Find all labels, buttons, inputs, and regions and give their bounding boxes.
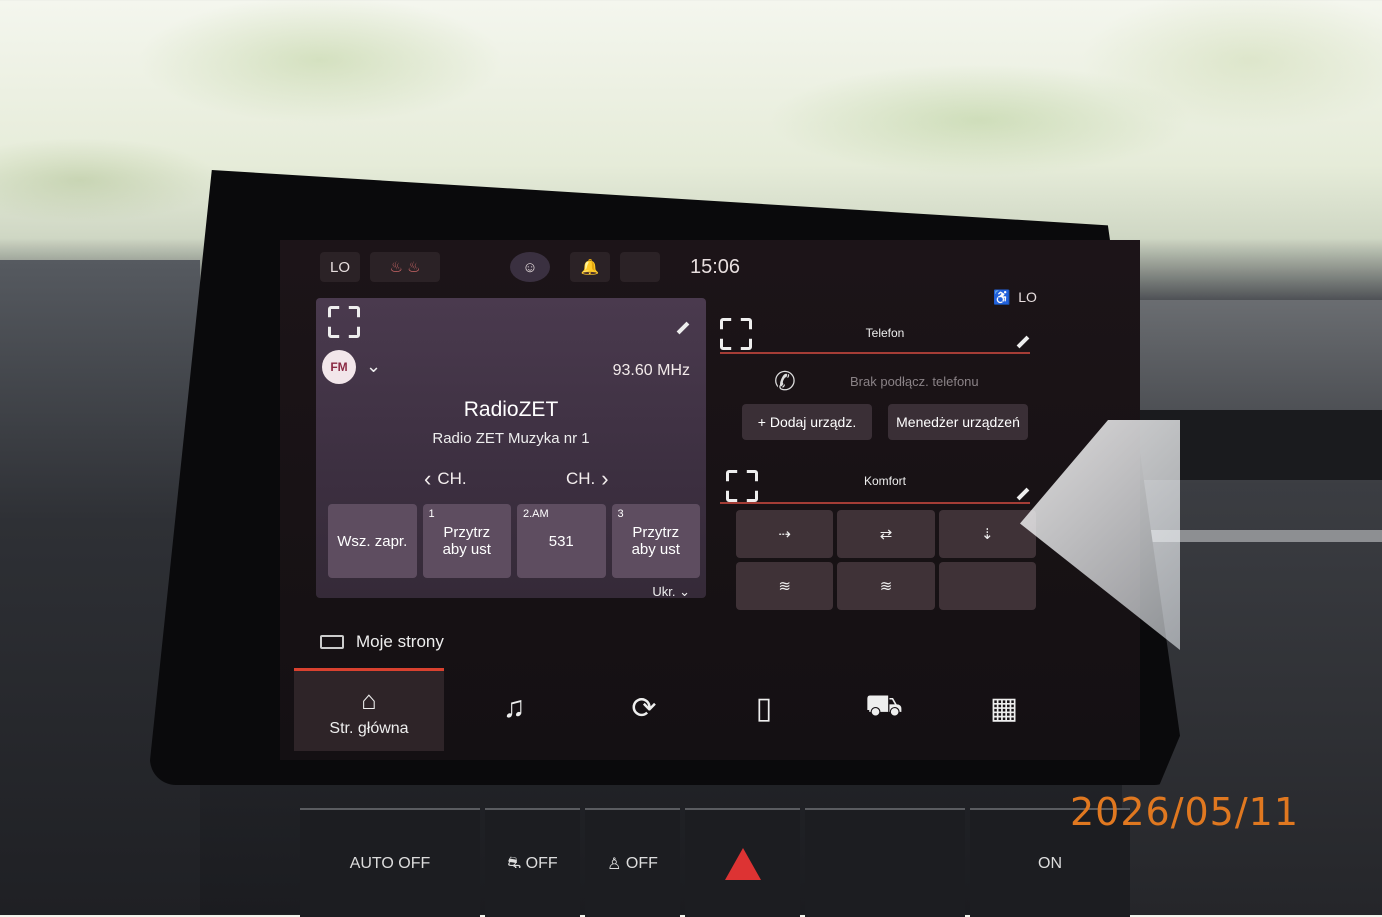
add-device-button[interactable]: + Dodaj urządz. xyxy=(742,404,872,440)
band-badge[interactable]: FM xyxy=(322,350,356,384)
hide-presets-label: Ukr. xyxy=(652,584,676,599)
connectivity-icon: ⟳ xyxy=(631,691,657,725)
clock: 15:06 xyxy=(689,255,741,278)
hazard-button[interactable] xyxy=(685,808,800,917)
left-temp-button[interactable]: LO xyxy=(320,252,360,282)
music-note-icon: ♫ xyxy=(502,691,526,724)
hazard-icon xyxy=(724,847,761,880)
preset-label: 531 xyxy=(548,532,574,550)
radio-widget: FM ⌄ 93.60 MHz RadioZET Radio ZET Muzyka… xyxy=(316,298,706,600)
nav-home-label: Str. główna xyxy=(329,719,409,737)
seat-heat-icon[interactable]: ≋ xyxy=(736,562,834,610)
phone-disconnected-icon: ✆ xyxy=(774,366,796,396)
nav-phone[interactable]: ▯ xyxy=(714,668,814,748)
seat-off-label: OFF xyxy=(625,854,658,872)
status-bar: LO ♨ ♨ ☺ 🔔 15:06 ♿ LO xyxy=(320,248,1120,305)
blank-button[interactable] xyxy=(805,808,965,917)
nav-home[interactable]: ⌂ Str. główna xyxy=(294,668,444,751)
nav-vehicle[interactable]: ⛟ xyxy=(834,668,934,748)
seat-height-icon[interactable]: ⇣ xyxy=(938,510,1036,558)
my-pages-link[interactable]: Moje strony xyxy=(320,632,444,652)
preset-number: 3 xyxy=(617,508,624,520)
widget-title: Telefon xyxy=(865,326,905,340)
preset-all[interactable]: Wsz. zapr. xyxy=(328,504,417,578)
infotainment-screen: LO ♨ ♨ ☺ 🔔 15:06 ♿ LO FM ⌄ 93.60 MHz Rad… xyxy=(280,240,1140,760)
device-manager-button[interactable]: Menedżer urządzeń xyxy=(888,404,1028,440)
home-icon: ⌂ xyxy=(361,684,377,715)
preset-label: Przytrz aby ust xyxy=(442,524,491,558)
my-pages-label: Moje strony xyxy=(356,632,444,651)
esc-off-button[interactable]: ⛐ OFF xyxy=(485,808,580,917)
traction-icon: ⛐ xyxy=(507,854,526,872)
seat-off-button[interactable]: ♙ OFF xyxy=(585,808,680,917)
notification-bell-icon[interactable]: 🔔 xyxy=(570,252,610,282)
comfort-widget: Komfort ⇢ ⇄ ⇣ ≋ ≋ xyxy=(720,452,1050,612)
edit-icon[interactable] xyxy=(1016,487,1030,501)
nav-connect[interactable]: ⟳ xyxy=(594,668,694,748)
quick-settings-icon[interactable] xyxy=(620,252,660,282)
seat-recline-icon[interactable]: ⇢ xyxy=(736,510,834,558)
apps-grid-icon: ▦ xyxy=(989,691,1019,725)
auto-off-button[interactable]: AUTO OFF xyxy=(300,808,480,917)
smartphone-icon: ▯ xyxy=(755,691,773,725)
station-name: RadioZET xyxy=(463,398,559,421)
profile-avatar-icon[interactable]: ☺ xyxy=(510,252,550,282)
seat-adjust-icon[interactable]: ⇄ xyxy=(837,510,935,558)
chevron-down-icon: ⌄ xyxy=(679,584,690,599)
nav-apps[interactable]: ▦ xyxy=(954,668,1054,748)
seat-vent-icon[interactable]: ≋ xyxy=(837,562,935,610)
expand-icon[interactable] xyxy=(328,306,360,338)
right-temp-label: LO xyxy=(1018,289,1037,305)
divider xyxy=(720,502,1030,504)
preset-number: 1 xyxy=(428,508,435,520)
seat-massage-icon[interactable] xyxy=(938,562,1036,610)
car-icon: ⛟ xyxy=(865,689,903,722)
preset-label: Przytrz aby ust xyxy=(631,524,680,558)
frequency: 93.60 MHz xyxy=(612,362,690,379)
preset-row: Wsz. zapr. 1 Przytrz aby ust 2.AM 531 3 Prz… xyxy=(328,504,700,578)
comfort-controls: ⇢ ⇄ ⇣ ≋ ≋ xyxy=(736,510,1036,610)
phone-status: Brak podłącz. telefonu xyxy=(850,374,979,389)
chevron-left-icon: ‹ xyxy=(424,466,432,491)
chevron-down-icon[interactable]: ⌄ xyxy=(366,356,381,377)
next-channel-button[interactable]: CH. › xyxy=(566,466,609,492)
edit-icon[interactable] xyxy=(676,321,690,335)
divider xyxy=(720,352,1030,354)
preset-label: Wsz. zapr. xyxy=(337,532,408,550)
hide-presets-button[interactable]: Ukr. ⌄ xyxy=(652,584,690,600)
prev-channel-label: CH. xyxy=(437,469,467,488)
station-text: Radio ZET Muzyka nr 1 xyxy=(432,430,590,447)
nav-media[interactable]: ♫ xyxy=(464,668,564,748)
esc-off-label: OFF xyxy=(525,854,558,872)
next-channel-label: CH. xyxy=(566,469,596,488)
preset-3[interactable]: 3 Przytrz aby ust xyxy=(611,504,700,578)
camera-label: ON xyxy=(1038,854,1062,872)
chevron-right-icon: › xyxy=(601,466,609,491)
prev-channel-button[interactable]: ‹ CH. xyxy=(424,466,467,492)
preset-2[interactable]: 2.AM 531 xyxy=(517,504,606,578)
bottom-nav: ⌂ Str. główna ♫ ⟳ ▯ ⛟ ▦ xyxy=(294,668,1140,760)
preset-1[interactable]: 1 Przytrz aby ust xyxy=(422,504,511,578)
seat-icon: ♿ xyxy=(993,288,1019,305)
seat-heat-icon[interactable]: ♨ ♨ xyxy=(370,252,440,282)
pages-icon xyxy=(320,635,344,649)
phone-widget: Telefon ✆ Brak podłącz. telefonu + Dodaj… xyxy=(720,304,1050,444)
widget-title: Komfort xyxy=(863,474,906,488)
seatbelt-icon: ♙ xyxy=(607,855,626,873)
preset-number: 2.AM xyxy=(523,508,549,520)
auto-off-label: AUTO OFF xyxy=(349,854,431,872)
date-stamp: 2026/05/11 xyxy=(1070,790,1300,834)
